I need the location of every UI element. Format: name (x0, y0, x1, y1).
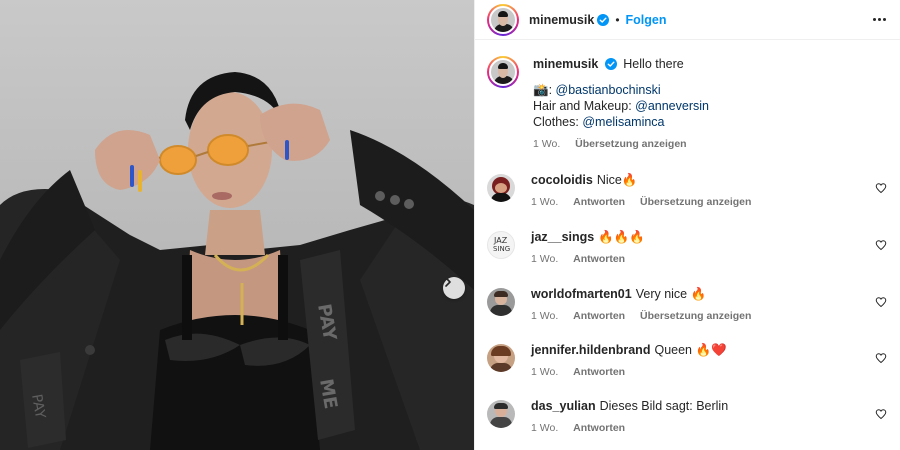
comment-username[interactable]: jennifer.hildenbrand (531, 343, 650, 357)
comment-text: Queen 🔥❤️ (654, 343, 727, 357)
comment-time[interactable]: 1 Wo. (531, 253, 558, 265)
mention-link-makeup[interactable]: @anneversin (635, 99, 709, 113)
verified-badge-icon (597, 13, 610, 26)
comment-avatar[interactable] (487, 344, 515, 372)
heart-icon[interactable] (875, 182, 887, 194)
comment-avatar[interactable] (487, 400, 515, 428)
comment-username[interactable]: das_yulian (531, 399, 596, 413)
comment-time[interactable]: 1 Wo. (531, 422, 558, 434)
caption-username[interactable]: minemusik (533, 57, 598, 71)
chevron-right-icon (445, 277, 451, 287)
separator-dot: • (615, 12, 620, 27)
comment-avatar[interactable] (487, 174, 515, 202)
comment-item: cocoloidis Nice🔥 1 Wo. Antworten Übersetz… (475, 172, 900, 224)
post-details-panel: minemusik • Folgen minemusik Hello there… (474, 0, 900, 450)
verified-badge-icon (604, 58, 617, 70)
reply-button[interactable]: Antworten (573, 422, 625, 434)
caption-avatar[interactable] (487, 56, 519, 88)
comment-item: worldofmarten01 Very nice 🔥 1 Wo. Antwort… (475, 286, 900, 338)
comment-time[interactable]: 1 Wo. (531, 196, 558, 208)
comment-time[interactable]: 1 Wo. (531, 366, 558, 378)
comment-text: 🔥🔥🔥 (598, 230, 645, 244)
mention-link-clothes[interactable]: @melisaminca (582, 115, 664, 129)
caption-line2-prefix: Hair and Makeup: (533, 99, 636, 113)
next-image-button[interactable] (443, 277, 465, 299)
reply-button[interactable]: Antworten (573, 310, 625, 322)
heart-icon[interactable] (875, 296, 887, 308)
comment-username[interactable]: jaz__sings (531, 230, 594, 244)
header-username[interactable]: minemusik (529, 13, 594, 27)
reply-button[interactable]: Antworten (573, 253, 625, 265)
comment-text: Dieses Bild sagt: Berlin (599, 399, 729, 413)
post-header: minemusik • Folgen (475, 0, 900, 40)
comment-item: das_yulian Dieses Bild sagt: Berlin 1 Wo.… (475, 398, 900, 450)
follow-button[interactable]: Folgen (626, 13, 667, 27)
comment-username[interactable]: worldofmarten01 (531, 287, 632, 301)
translate-link[interactable]: Übersetzung anzeigen (640, 310, 751, 322)
caption-line1-prefix: 📸: (533, 83, 556, 97)
reply-button[interactable]: Antworten (573, 366, 625, 378)
heart-icon[interactable] (875, 408, 887, 420)
post-caption: minemusik Hello there 📸: @bastianbochins… (475, 40, 900, 152)
comment-text: Nice🔥 (596, 173, 638, 187)
comment-avatar[interactable]: JAZ SING (487, 231, 515, 259)
caption-text: Hello there (623, 57, 684, 71)
translate-link[interactable]: Übersetzung anzeigen (640, 196, 751, 208)
mention-link-photographer[interactable]: @bastianbochinski (556, 83, 661, 97)
more-options-icon[interactable] (873, 18, 886, 21)
comment-username[interactable]: cocoloidis (531, 173, 593, 187)
comment-item: jennifer.hildenbrand Queen 🔥❤️ 1 Wo. Antw… (475, 342, 900, 394)
heart-icon[interactable] (875, 352, 887, 364)
post-photo-illustration: PAY ME PAY (0, 72, 474, 450)
comment-time[interactable]: 1 Wo. (531, 310, 558, 322)
reply-button[interactable]: Antworten (573, 196, 625, 208)
header-avatar[interactable] (487, 3, 519, 36)
comment-avatar[interactable] (487, 288, 515, 316)
heart-icon[interactable] (875, 239, 887, 251)
post-image[interactable]: PAY ME PAY (0, 0, 474, 450)
caption-time[interactable]: 1 Wo. (533, 138, 560, 150)
caption-translate-link[interactable]: Übersetzung anzeigen (575, 138, 686, 150)
caption-line3-prefix: Clothes: (533, 115, 583, 129)
comment-text: Very nice 🔥 (635, 287, 707, 301)
comment-item: JAZ SING jaz__sings 🔥🔥🔥 1 Wo. Antworten (475, 229, 900, 281)
